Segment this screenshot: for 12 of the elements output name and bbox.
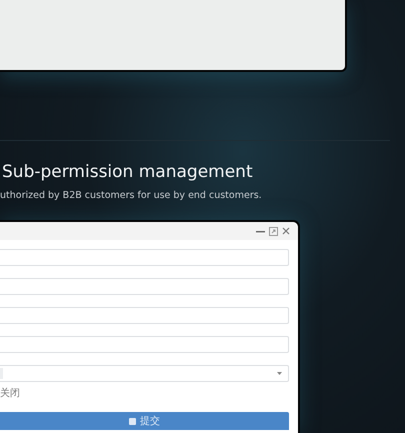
section-description: uthorized by B2B customers for use by end customers. xyxy=(0,190,263,202)
close-icon[interactable] xyxy=(282,227,290,235)
input-field[interactable] xyxy=(0,336,289,353)
select-field[interactable] xyxy=(0,365,289,382)
submit-button[interactable]: 提交 xyxy=(0,412,289,430)
maximize-icon[interactable] xyxy=(269,226,278,236)
section-heading: Sub-permission management xyxy=(2,162,254,182)
input-field[interactable] xyxy=(0,307,289,324)
caret-icon xyxy=(277,372,282,375)
switch-label: 关闭 xyxy=(0,388,21,400)
input-field[interactable] xyxy=(0,249,289,266)
input-field[interactable] xyxy=(0,278,289,295)
